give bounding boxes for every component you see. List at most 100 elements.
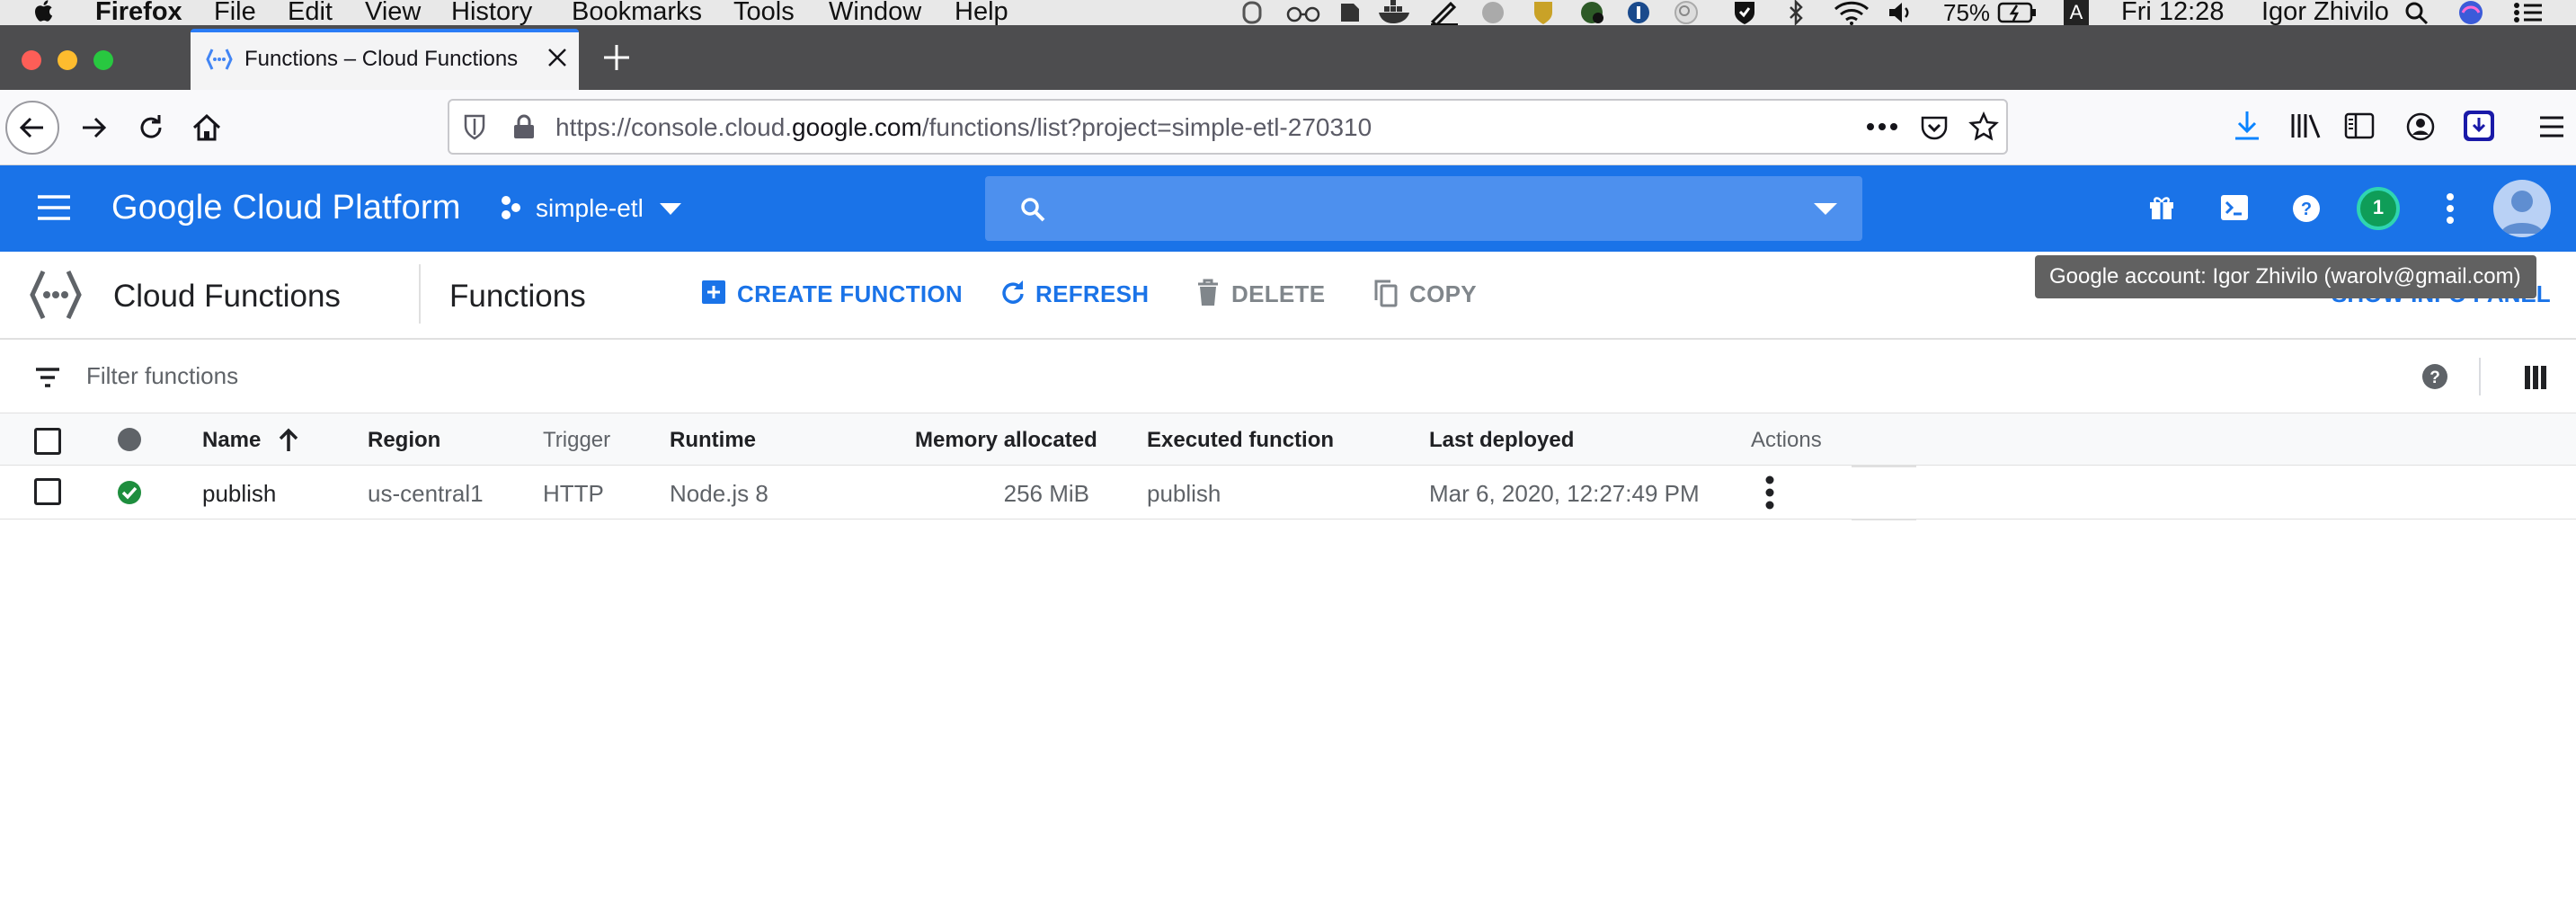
sidebar-toggle-icon[interactable]	[2344, 111, 2375, 140]
delete-button[interactable]: DELETE	[1195, 279, 1325, 311]
column-header-memory[interactable]: Memory allocated	[915, 428, 1097, 453]
globe-icon[interactable]	[1479, 0, 1506, 25]
battery-icon[interactable]	[1997, 0, 2037, 25]
siri-icon[interactable]	[2457, 0, 2484, 25]
add-box-icon	[701, 279, 726, 306]
gcp-brand-title[interactable]: Google Cloud Platform	[111, 189, 461, 227]
function-name-link[interactable]: publish	[202, 480, 276, 508]
project-dots-icon	[498, 194, 525, 221]
downloads-icon[interactable]	[2233, 110, 2261, 142]
spotlight-icon[interactable]	[2403, 0, 2430, 25]
shield-gold-icon[interactable]	[1530, 0, 1557, 25]
column-header-region[interactable]: Region	[368, 428, 440, 453]
menubar-user[interactable]: Igor Zhivilo	[2261, 0, 2389, 27]
menu-help[interactable]: Help	[955, 0, 1008, 27]
product-name: Cloud Functions	[113, 279, 341, 314]
menubar-clock[interactable]: Fri 12:28	[2121, 0, 2224, 27]
refresh-button[interactable]: REFRESH	[999, 279, 1149, 311]
extension-download-icon[interactable]	[2463, 110, 2495, 142]
menu-app-name[interactable]: Firefox	[95, 0, 182, 27]
copy-icon	[1373, 279, 1399, 307]
column-resize-line-top	[1852, 466, 1916, 467]
url-bar[interactable]: https://console.cloud.google.com/functio…	[448, 99, 2008, 155]
cell-trigger[interactable]: HTTP	[543, 480, 604, 508]
toolbar-divider	[419, 264, 421, 324]
project-selector[interactable]: simple-etl	[536, 194, 644, 223]
tracking-protection-icon[interactable]	[462, 113, 487, 140]
library-icon[interactable]	[2290, 111, 2323, 140]
keyboard-input-indicator[interactable]: A	[2064, 0, 2089, 25]
forward-button[interactable]	[79, 113, 108, 142]
filter-functions-input[interactable]	[86, 358, 1165, 394]
gift-icon[interactable]	[2148, 194, 2175, 221]
reload-button[interactable]	[135, 111, 167, 144]
column-header-runtime[interactable]: Runtime	[670, 428, 756, 453]
search-dropdown-chevron-icon[interactable]	[1814, 203, 1837, 216]
lock-icon[interactable]	[512, 113, 536, 140]
url-text[interactable]: https://console.cloud.google.com/functio…	[555, 113, 1372, 142]
menu-history[interactable]: History	[451, 0, 532, 27]
menu-file[interactable]: File	[214, 0, 256, 27]
table-help-icon[interactable]: ?	[2421, 363, 2448, 390]
firefox-account-icon[interactable]	[2405, 111, 2436, 142]
window-zoom-button[interactable]	[93, 50, 113, 70]
pocket-icon[interactable]	[1920, 113, 1949, 142]
window-minimize-button[interactable]	[58, 50, 77, 70]
row-actions-menu-icon[interactable]	[1763, 475, 1776, 511]
page-title: Functions	[449, 279, 586, 314]
select-all-checkbox[interactable]	[34, 428, 61, 455]
sort-ascending-icon[interactable]	[277, 428, 300, 453]
new-tab-icon[interactable]	[602, 43, 631, 72]
menu-tools[interactable]: Tools	[733, 0, 795, 27]
macos-menubar: Firefox File Edit View History Bookmarks…	[0, 0, 2576, 27]
back-button[interactable]	[4, 99, 61, 156]
world-icon[interactable]	[1578, 0, 1605, 25]
app-menu-icon[interactable]	[2538, 115, 2565, 138]
page-actions-icon[interactable]	[1866, 122, 1898, 131]
column-header-executed-function[interactable]: Executed function	[1147, 428, 1334, 453]
menu-view[interactable]: View	[365, 0, 421, 27]
notifications-badge[interactable]: 1	[2357, 187, 2400, 230]
account-tooltip: Google account: Igor Zhivilo (warolv@gma…	[2035, 255, 2536, 298]
column-header-last-deployed[interactable]: Last deployed	[1429, 428, 1574, 453]
column-header-name[interactable]: Name	[202, 428, 261, 453]
account-avatar[interactable]	[2493, 180, 2551, 237]
window-close-button[interactable]	[22, 50, 41, 70]
magnifier-app-icon[interactable]	[1672, 0, 1701, 25]
table-row[interactable]: publish us-central1 HTTP Node.js 8 256 M…	[0, 466, 2576, 520]
notification-center-icon[interactable]	[2513, 0, 2544, 25]
project-dropdown-chevron-icon[interactable]	[660, 203, 681, 216]
vpn-shield-icon[interactable]	[1731, 0, 1758, 25]
home-button[interactable]	[191, 111, 223, 144]
menu-edit[interactable]: Edit	[288, 0, 333, 27]
gcp-search-box[interactable]	[985, 176, 1862, 241]
tab-close-icon[interactable]	[545, 45, 570, 70]
svg-text:?: ?	[2429, 369, 2440, 387]
bluetooth-icon[interactable]	[1785, 0, 1807, 25]
copy-button[interactable]: COPY	[1373, 279, 1481, 311]
cloud-shell-icon[interactable]	[2220, 194, 2249, 221]
menu-bookmarks[interactable]: Bookmarks	[572, 0, 702, 27]
glasses-icon[interactable]	[1285, 0, 1321, 25]
cloud-functions-logo-icon	[27, 268, 84, 322]
status-app-icon[interactable]	[1239, 0, 1266, 25]
column-display-icon[interactable]	[2524, 365, 2547, 390]
bookmark-star-icon[interactable]	[1968, 111, 1999, 142]
tab-title: Functions – Cloud Functions – s	[244, 47, 523, 71]
help-icon[interactable]: ?	[2292, 194, 2321, 223]
pen-icon[interactable]	[1429, 0, 1460, 25]
wifi-icon[interactable]	[1834, 0, 1870, 25]
create-function-button[interactable]: CREATE FUNCTION	[701, 279, 963, 311]
more-options-icon[interactable]	[2445, 192, 2456, 225]
docker-icon[interactable]	[1377, 0, 1413, 25]
onepassword-icon[interactable]	[1625, 0, 1652, 25]
evernote-icon[interactable]	[1336, 0, 1363, 25]
filter-icon[interactable]	[34, 367, 61, 388]
volume-icon[interactable]	[1888, 0, 1914, 25]
menu-window[interactable]: Window	[829, 0, 921, 27]
row-select-checkbox[interactable]	[34, 478, 61, 505]
cloud-functions-favicon-icon	[205, 47, 234, 72]
apple-icon[interactable]	[34, 0, 56, 23]
main-menu-icon[interactable]	[36, 194, 72, 221]
browser-tab-active[interactable]: Functions – Cloud Functions – s	[191, 29, 579, 90]
